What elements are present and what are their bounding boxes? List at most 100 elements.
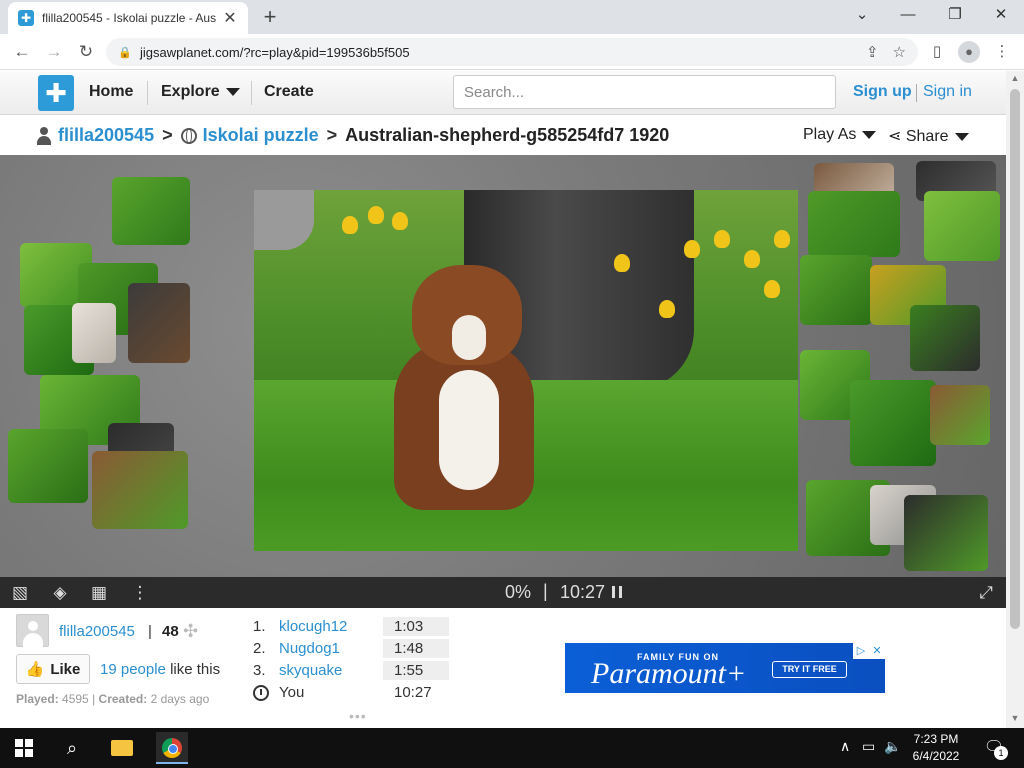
breadcrumb-folder-link[interactable]: Iskolai puzzle: [203, 125, 319, 146]
scroll-up-icon[interactable]: ▲: [1010, 73, 1020, 83]
puzzle-piece[interactable]: [910, 305, 980, 371]
play-as-dropdown[interactable]: Play As: [803, 126, 877, 144]
chrome-taskbar-icon[interactable]: [156, 732, 188, 764]
avatar[interactable]: [16, 614, 49, 647]
created-value: 2 days ago: [150, 692, 210, 706]
pause-icon[interactable]: [612, 586, 622, 598]
back-arrow-icon[interactable]: ←: [10, 40, 34, 64]
board-tulip: [368, 206, 384, 224]
tray-chevron-up-icon[interactable]: ∧: [840, 738, 850, 755]
kebab-menu-icon[interactable]: ⋮: [991, 41, 1013, 63]
puzzle-piece[interactable]: [112, 177, 190, 245]
puzzle-piece[interactable]: [92, 451, 188, 529]
board-tulip: [684, 240, 700, 258]
image-preview-icon[interactable]: ▧: [9, 582, 31, 604]
board-tulip: [659, 300, 675, 318]
taskbar-clock[interactable]: 7:23 PM 6/4/2022: [904, 731, 968, 765]
puzzle-piece[interactable]: [904, 495, 988, 571]
share-page-icon[interactable]: ⇪: [866, 43, 879, 61]
leaderboard-name-link[interactable]: Nugdog1: [279, 640, 340, 657]
leaderboard-name-link[interactable]: klocugh12: [279, 618, 347, 635]
side-panel-icon[interactable]: ▯: [926, 41, 948, 63]
author-username-link[interactable]: flilla200545: [59, 623, 135, 640]
network-icon[interactable]: ▭: [862, 738, 875, 755]
leaderboard-rank: 2.: [253, 640, 266, 657]
puzzle-control-bar: ▧ ◈ ▦ ⋮ 0% | 10:27 ⤢: [0, 577, 1006, 608]
ad-choices-icon[interactable]: ▷: [853, 643, 869, 659]
caret-down-icon: [954, 132, 969, 141]
clock-date: 6/4/2022: [912, 749, 960, 763]
puzzle-piece[interactable]: [930, 385, 990, 445]
forward-arrow-icon[interactable]: →: [42, 40, 66, 64]
profile-avatar-icon[interactable]: ●: [958, 41, 980, 63]
browser-tab-active[interactable]: ✚ flilla200545 - Iskolai puzzle - Aus ✕: [8, 2, 248, 34]
puzzle-info-panel: flilla200545 | 48 ✣ 👍 Like 19 people like…: [0, 608, 1006, 728]
leaderboard-you-label: You: [279, 684, 305, 701]
breadcrumb-user-link[interactable]: flilla200545: [58, 125, 154, 146]
lock-icon[interactable]: 🔒: [118, 46, 132, 59]
puzzle-piece[interactable]: [924, 191, 1000, 261]
breadcrumb: flilla200545 > Iskolai puzzle > Australi…: [36, 125, 669, 146]
likes-people-link[interactable]: 19 people: [100, 661, 166, 678]
restore-icon[interactable]: ❐: [940, 4, 970, 26]
signup-link[interactable]: Sign up: [853, 83, 912, 101]
more-options-icon[interactable]: ⋮: [129, 582, 151, 604]
scatter-pieces-icon[interactable]: ▦: [88, 582, 110, 604]
search-icon[interactable]: ⌕: [56, 732, 88, 764]
reload-icon[interactable]: ↻: [74, 40, 98, 64]
share-network-icon: ⋖: [888, 128, 902, 145]
puzzle-piece[interactable]: [72, 303, 116, 363]
leaderboard-row: 1. klocugh12 1:03: [253, 616, 458, 638]
volume-icon[interactable]: 🔈: [884, 738, 901, 755]
puzzle-timer: 10:27: [560, 582, 606, 602]
address-bar[interactable]: 🔒 jigsawplanet.com/?rc=play&pid=199536b5…: [106, 38, 918, 66]
puzzle-piece[interactable]: [850, 380, 936, 466]
jigsaw-planet-logo-icon[interactable]: ✚: [38, 75, 74, 111]
search-input[interactable]: [453, 75, 836, 109]
board-dog-muzzle: [452, 315, 486, 360]
board-tulip: [392, 212, 408, 230]
nav-create[interactable]: Create: [264, 83, 314, 101]
ghost-image-icon[interactable]: ◈: [49, 582, 71, 604]
like-button[interactable]: 👍 Like: [16, 654, 90, 684]
nav-explore[interactable]: Explore: [161, 83, 240, 101]
fullscreen-icon[interactable]: ⤢: [975, 582, 997, 604]
minimize-icon[interactable]: —: [893, 4, 923, 26]
nav-home[interactable]: Home: [89, 83, 133, 101]
browser-toolbar: ← → ↻ 🔒 jigsawplanet.com/?rc=play&pid=19…: [0, 34, 1024, 70]
puzzle-board-image[interactable]: [254, 190, 798, 551]
puzzle-piece[interactable]: [128, 283, 190, 363]
ad-choices[interactable]: ▷ ✕: [853, 643, 885, 659]
scroll-down-icon[interactable]: ▼: [1010, 713, 1020, 723]
progress-percent: 0%: [505, 582, 532, 602]
advertisement-banner[interactable]: FAMILY FUN ON Paramount+ TRY IT FREE ▷ ✕: [565, 643, 885, 693]
bookmark-star-icon[interactable]: ☆: [893, 43, 906, 61]
auth-divider: [916, 84, 917, 102]
control-separator: |: [543, 581, 548, 601]
chevron-down-icon[interactable]: ⌄: [847, 4, 877, 26]
ad-close-icon[interactable]: ✕: [869, 643, 885, 659]
new-tab-icon[interactable]: +: [258, 5, 282, 29]
expand-more-dots[interactable]: •••: [349, 708, 367, 724]
ad-cta-button[interactable]: TRY IT FREE: [772, 661, 847, 678]
tab-title: flilla200545 - Iskolai puzzle - Aus: [42, 11, 216, 25]
puzzle-piece[interactable]: [808, 191, 900, 257]
tab-close-icon[interactable]: ✕: [222, 8, 238, 28]
page-scrollbar[interactable]: ▲ ▼: [1006, 71, 1024, 728]
share-label: Share: [905, 128, 949, 145]
puzzle-piece[interactable]: [800, 255, 872, 325]
signin-link[interactable]: Sign in: [923, 83, 972, 101]
leaderboard-name-link[interactable]: skyquake: [279, 662, 342, 679]
played-label: Played:: [16, 692, 59, 706]
share-dropdown[interactable]: ⋖ Share: [888, 126, 969, 146]
close-window-icon[interactable]: ✕: [986, 4, 1016, 26]
scrollbar-thumb[interactable]: [1010, 89, 1020, 629]
ad-brand: Paramount+: [591, 657, 747, 690]
windows-start-icon[interactable]: [15, 739, 33, 757]
puzzle-piece[interactable]: [8, 429, 88, 503]
board-tulip: [714, 230, 730, 248]
piece-count: 48: [162, 623, 179, 640]
puzzle-play-area[interactable]: [0, 155, 1006, 577]
file-explorer-icon[interactable]: [106, 732, 138, 764]
person-icon: [36, 126, 52, 145]
